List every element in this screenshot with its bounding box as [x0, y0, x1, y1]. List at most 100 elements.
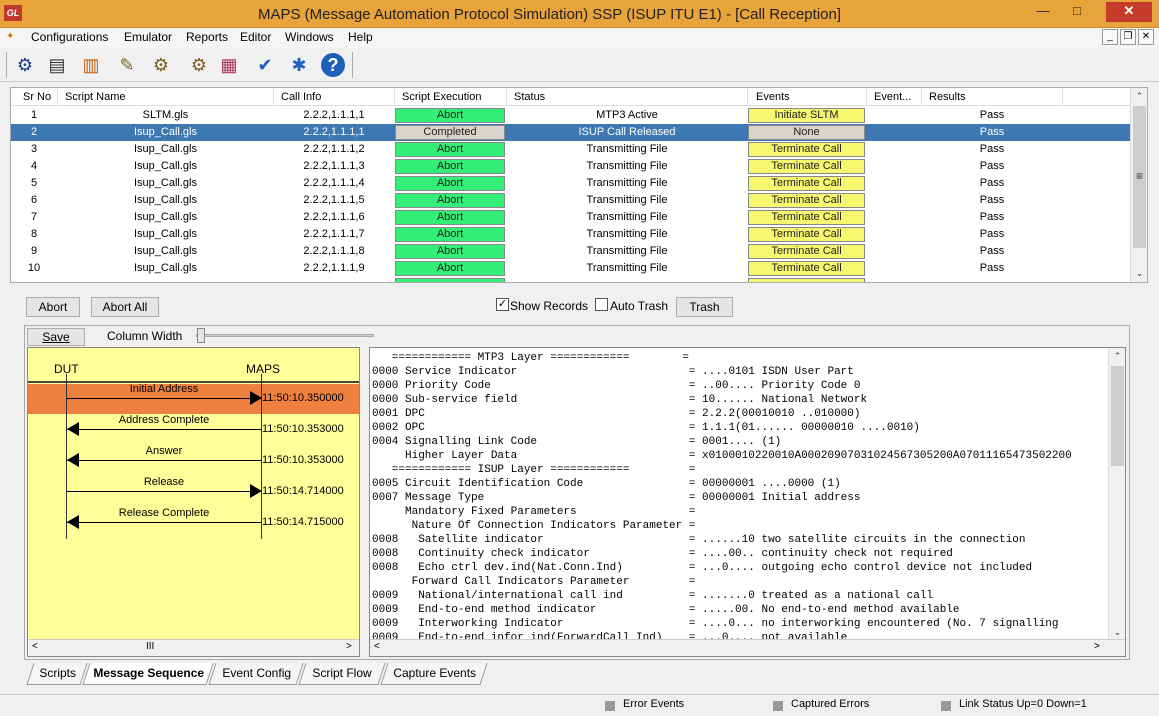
scroll-left-icon[interactable]: <	[32, 641, 38, 652]
decode-vertical-scrollbar[interactable]: ⌃ ⌄	[1108, 348, 1125, 641]
cell-sr-no: 4	[30, 160, 38, 172]
column-width-slider-handle[interactable]	[197, 328, 205, 343]
event-button[interactable]: Terminate Call	[748, 142, 865, 157]
script-execution-button[interactable]: Abort	[395, 193, 505, 208]
column-width-slider[interactable]	[196, 334, 374, 337]
table-row[interactable]: 4 Isup_Call.gls 2.2.2,1.1.1,3 Abort Transmit…	[11, 158, 1131, 175]
col-results[interactable]: Results	[929, 91, 966, 103]
gear-pair-icon[interactable]: ⚙	[186, 52, 212, 78]
table-row[interactable]: 6 Isup_Call.gls 2.2.2,1.1.1,5 Abort Transmit…	[11, 192, 1131, 209]
abort-button[interactable]: Abort	[26, 297, 80, 317]
decode-text: ============ MTP3 Layer ============ = 0…	[372, 352, 1072, 644]
decode-horizontal-scrollbar[interactable]: < >	[370, 639, 1125, 656]
table-row[interactable]: 1 SLTM.gls 2.2.2,1.1.1,1 Abort MTP3 Active In…	[11, 107, 1131, 124]
cell-script-name: Isup_Call.gls	[134, 143, 197, 155]
col-script-execution[interactable]: Script Execution	[402, 91, 481, 103]
minimize-button[interactable]: —	[1030, 2, 1056, 22]
table-row[interactable]: 10 Isup_Call.gls 2.2.2,1.1.1,9 Abort Transmi…	[11, 260, 1131, 277]
tools-icon[interactable]: ✱	[286, 52, 312, 78]
table-row[interactable]: 7 Isup_Call.gls 2.2.2,1.1.1,6 Abort Transmit…	[11, 209, 1131, 226]
table-row[interactable]: 9 Isup_Call.gls 2.2.2,1.1.1,8 Abort Transmit…	[11, 243, 1131, 260]
menu-editor[interactable]: Editor	[240, 30, 271, 44]
table-row[interactable]: 8 Isup_Call.gls 2.2.2,1.1.1,7 Abort Transmit…	[11, 226, 1131, 243]
tab-message-sequence[interactable]: Message Sequence	[82, 663, 214, 685]
mdi-child-icon[interactable]: ✦	[6, 31, 20, 45]
scroll-up-icon[interactable]: ⌃	[1131, 88, 1147, 105]
col-status[interactable]: Status	[514, 91, 545, 103]
sequence-horizontal-scrollbar[interactable]: < III >	[28, 639, 359, 656]
col-events[interactable]: Events	[756, 91, 790, 103]
script-execution-button[interactable]: Abort	[395, 142, 505, 157]
scroll-up-icon[interactable]: ⌃	[1109, 348, 1125, 365]
close-button[interactable]: ✕	[1106, 2, 1152, 22]
script-execution-button[interactable]: Completed	[395, 125, 505, 140]
script-execution-button[interactable]: Abort	[395, 210, 505, 225]
save-button[interactable]: Save	[27, 328, 85, 346]
gear-icon[interactable]: ⚙	[12, 52, 38, 78]
menu-help[interactable]: Help	[348, 30, 373, 44]
tab-capture-events[interactable]: Capture Events	[380, 663, 488, 685]
event-button[interactable]: Initiate SLTM	[748, 108, 865, 123]
grid-vertical-scrollbar[interactable]: ⌃ ≡ ⌄	[1130, 88, 1147, 282]
table-row[interactable]: 3 Isup_Call.gls 2.2.2,1.1.1,2 Abort Transmit…	[11, 141, 1131, 158]
event-button[interactable]: Terminate Call	[748, 261, 865, 276]
toolbar-separator	[352, 52, 353, 78]
toolbar-separator	[6, 52, 7, 78]
tab-event-config[interactable]: Event Config	[208, 663, 304, 685]
cell-script-name: Isup_Call.gls	[134, 228, 197, 240]
notebook-icon[interactable]: ▤	[44, 52, 70, 78]
gears-icon[interactable]: ⚙	[148, 52, 174, 78]
col-event-extra[interactable]: Event...	[874, 91, 911, 103]
script-execution-button[interactable]: Abort	[395, 176, 505, 191]
auto-trash-checkbox[interactable]	[595, 298, 608, 311]
event-button[interactable]: Terminate Call	[748, 227, 865, 242]
help-icon[interactable]: ?	[321, 53, 345, 77]
trash-button[interactable]: Trash	[676, 297, 733, 317]
scroll-down-icon[interactable]: ⌄	[1131, 265, 1147, 282]
message-timestamp: 11:50:10.353000	[262, 423, 344, 435]
col-script-name[interactable]: Script Name	[65, 91, 126, 103]
table-row[interactable]: 5 Isup_Call.gls 2.2.2,1.1.1,4 Abort Transmit…	[11, 175, 1131, 192]
script-execution-button[interactable]: Abort	[395, 244, 505, 259]
cell-results: Pass	[979, 177, 1005, 189]
script-execution-button[interactable]: Abort	[395, 227, 505, 242]
cell-sr-no: 1	[30, 109, 38, 121]
message-label: Initial Address	[129, 383, 199, 395]
script-execution-button[interactable]: Abort	[395, 159, 505, 174]
tab-scripts[interactable]: Scripts	[26, 663, 88, 685]
scroll-thumb[interactable]	[1111, 366, 1124, 466]
col-sr-no[interactable]: Sr No	[23, 91, 51, 103]
mdi-minimize-button[interactable]: _	[1102, 29, 1118, 45]
menu-windows[interactable]: Windows	[285, 30, 334, 44]
menu-emulator[interactable]: Emulator	[124, 30, 172, 44]
scroll-right-icon[interactable]: >	[346, 641, 352, 652]
script-execution-button[interactable]: Abort	[395, 108, 505, 123]
event-button[interactable]: Terminate Call	[748, 176, 865, 191]
menu-configurations[interactable]: Configurations	[31, 30, 108, 44]
menu-reports[interactable]: Reports	[186, 30, 228, 44]
event-button[interactable]: Terminate Call	[748, 210, 865, 225]
decode-pane[interactable]: ============ MTP3 Layer ============ = 0…	[369, 347, 1126, 657]
briefcase-icon[interactable]: ▥	[78, 52, 104, 78]
tab-script-flow[interactable]: Script Flow	[298, 663, 386, 685]
cell-status: Transmitting File	[586, 160, 668, 172]
scroll-left-icon[interactable]: <	[374, 641, 380, 652]
maximize-button[interactable]: □	[1064, 2, 1090, 22]
event-button[interactable]: Terminate Call	[748, 244, 865, 259]
show-records-checkbox[interactable]: ✓	[496, 298, 509, 311]
col-call-info[interactable]: Call Info	[281, 91, 321, 103]
checklist-icon[interactable]: ✔	[252, 52, 278, 78]
event-button[interactable]: Terminate Call	[748, 193, 865, 208]
event-button[interactable]: None	[748, 125, 865, 140]
script-edit-icon[interactable]: ✎	[114, 52, 140, 78]
script-execution-button[interactable]: Abort	[395, 261, 505, 276]
books-icon[interactable]: ▦	[216, 52, 242, 78]
mdi-close-button[interactable]: ✕	[1138, 29, 1154, 45]
event-button[interactable]: Terminate Call	[748, 159, 865, 174]
abort-all-button[interactable]: Abort All	[91, 297, 159, 317]
mdi-restore-button[interactable]: ❐	[1120, 29, 1136, 45]
cell-call-info: 2.2.2,1.1.1,6	[303, 211, 365, 223]
scroll-right-icon[interactable]: >	[1094, 641, 1100, 652]
table-row[interactable]: 2 Isup_Call.gls 2.2.2,1.1.1,1 Completed ISUP…	[11, 124, 1131, 141]
cell-status: Transmitting File	[586, 143, 668, 155]
